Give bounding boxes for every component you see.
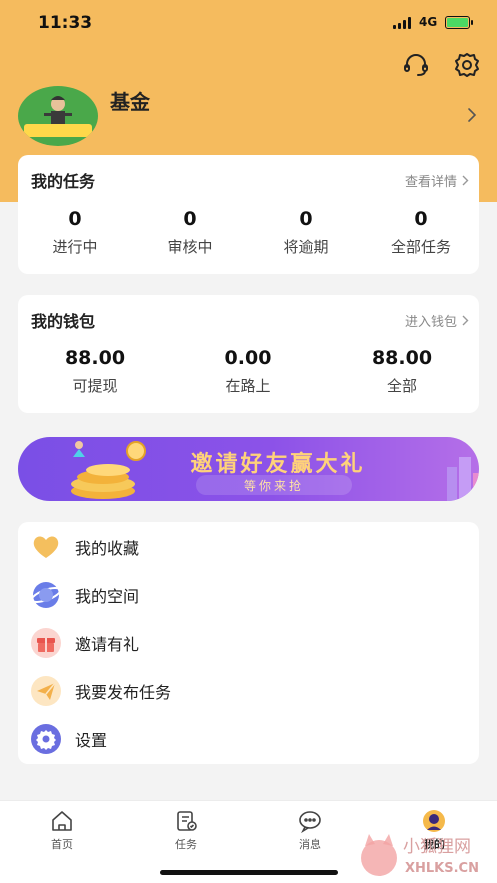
menu-item-publish-task[interactable]: 我要发布任务	[18, 666, 479, 714]
signal-icon	[393, 17, 413, 29]
task-icon	[174, 809, 198, 833]
stat-value: 0	[414, 208, 428, 230]
wallet-title: 我的钱包	[31, 312, 96, 331]
coins-illustration	[71, 441, 146, 499]
menu-label: 设置	[75, 731, 108, 750]
wallet-card: 我的钱包 进入钱包 88.00 可提现 0.00 在路上 88.00 全部	[18, 295, 479, 413]
menu-item-favorites[interactable]: 我的收藏	[18, 522, 479, 570]
menu-label: 我要发布任务	[75, 683, 172, 702]
home-indicator	[160, 870, 338, 875]
svg-text:XHLKS.CN: XHLKS.CN	[405, 861, 479, 876]
menu-label: 我的收藏	[75, 539, 140, 558]
message-icon	[298, 809, 322, 834]
home-icon	[50, 809, 74, 833]
nav-tab-tasks[interactable]: 任务	[136, 801, 236, 863]
stat-value: 0.00	[224, 347, 272, 369]
task-stat-all[interactable]: 0 全部任务	[366, 208, 476, 257]
status-time: 11:33	[38, 13, 93, 33]
enter-wallet-label: 进入钱包	[404, 315, 457, 330]
wallet-stat-withdrawable[interactable]: 88.00 可提现	[40, 347, 150, 396]
stat-label: 将逾期	[283, 238, 329, 256]
stat-label: 在路上	[225, 377, 271, 395]
menu-item-space[interactable]: 我的空间	[18, 570, 479, 618]
nav-label: 消息	[299, 838, 321, 851]
send-icon	[30, 675, 62, 707]
view-details-label: 查看详情	[404, 175, 457, 190]
stat-value: 0	[299, 208, 313, 230]
battery-icon	[445, 16, 473, 29]
nav-label: 首页	[51, 838, 73, 851]
stat-label: 进行中	[52, 238, 98, 256]
gift-icon	[30, 627, 62, 659]
menu-item-settings[interactable]: 设置	[18, 714, 479, 762]
chevron-right-icon	[462, 315, 469, 326]
wallet-stat-total[interactable]: 88.00 全部	[347, 347, 457, 396]
banner-subtitle: 等你来抢	[243, 479, 304, 493]
menu-item-invite[interactable]: 邀请有礼	[18, 618, 479, 666]
stat-label: 可提现	[72, 377, 118, 395]
nav-tab-messages[interactable]: 消息	[260, 801, 360, 863]
tasks-title: 我的任务	[31, 172, 96, 191]
enter-wallet-link[interactable]: 进入钱包	[405, 311, 469, 330]
stat-label: 全部	[386, 377, 417, 395]
avatar[interactable]	[18, 86, 98, 146]
customer-service-icon[interactable]	[402, 51, 430, 79]
wallet-stat-in-transit[interactable]: 0.00 在路上	[193, 347, 303, 396]
status-bar: 11:33 4G	[0, 0, 497, 46]
stat-value: 88.00	[64, 347, 126, 369]
view-details-link[interactable]: 查看详情	[405, 171, 469, 190]
watermark: 小狐狸网 XHLKS.CN	[357, 830, 497, 882]
menu-card: 我的收藏 我的空间 邀请有礼 我要发布任务 设置	[18, 522, 479, 764]
nav-label: 任务	[175, 838, 197, 851]
banner-title: 邀请好友赢大礼	[190, 452, 366, 477]
invite-banner[interactable]: 邀请好友赢大礼 等你来抢	[18, 437, 479, 501]
nav-tab-home[interactable]: 首页	[12, 801, 112, 863]
chevron-right-icon	[462, 175, 469, 186]
gear-icon	[30, 723, 62, 755]
heart-icon	[30, 531, 62, 563]
menu-label: 邀请有礼	[75, 635, 140, 654]
chevron-right-icon[interactable]	[467, 107, 477, 127]
building-illustration	[447, 457, 479, 501]
svg-text:小狐狸网: 小狐狸网	[403, 837, 471, 857]
tasks-card: 我的任务 查看详情 0 进行中 0 审核中 0 将逾期 0 全部任务	[18, 155, 479, 274]
stat-label: 全部任务	[390, 238, 451, 256]
profile-name: 基金	[110, 90, 150, 114]
task-stat-in-progress[interactable]: 0 进行中	[20, 208, 130, 257]
banner-subtitle-pill: 等你来抢	[196, 475, 352, 495]
settings-gear-icon[interactable]	[453, 51, 481, 79]
task-stat-reviewing[interactable]: 0 审核中	[135, 208, 245, 257]
stat-value: 88.00	[371, 347, 433, 369]
network-type: 4G	[419, 15, 438, 29]
stat-label: 审核中	[167, 238, 213, 256]
menu-label: 我的空间	[75, 587, 140, 606]
planet-icon	[30, 579, 62, 611]
stat-value: 0	[68, 208, 82, 230]
task-stat-overdue[interactable]: 0 将逾期	[251, 208, 361, 257]
stat-value: 0	[183, 208, 197, 230]
